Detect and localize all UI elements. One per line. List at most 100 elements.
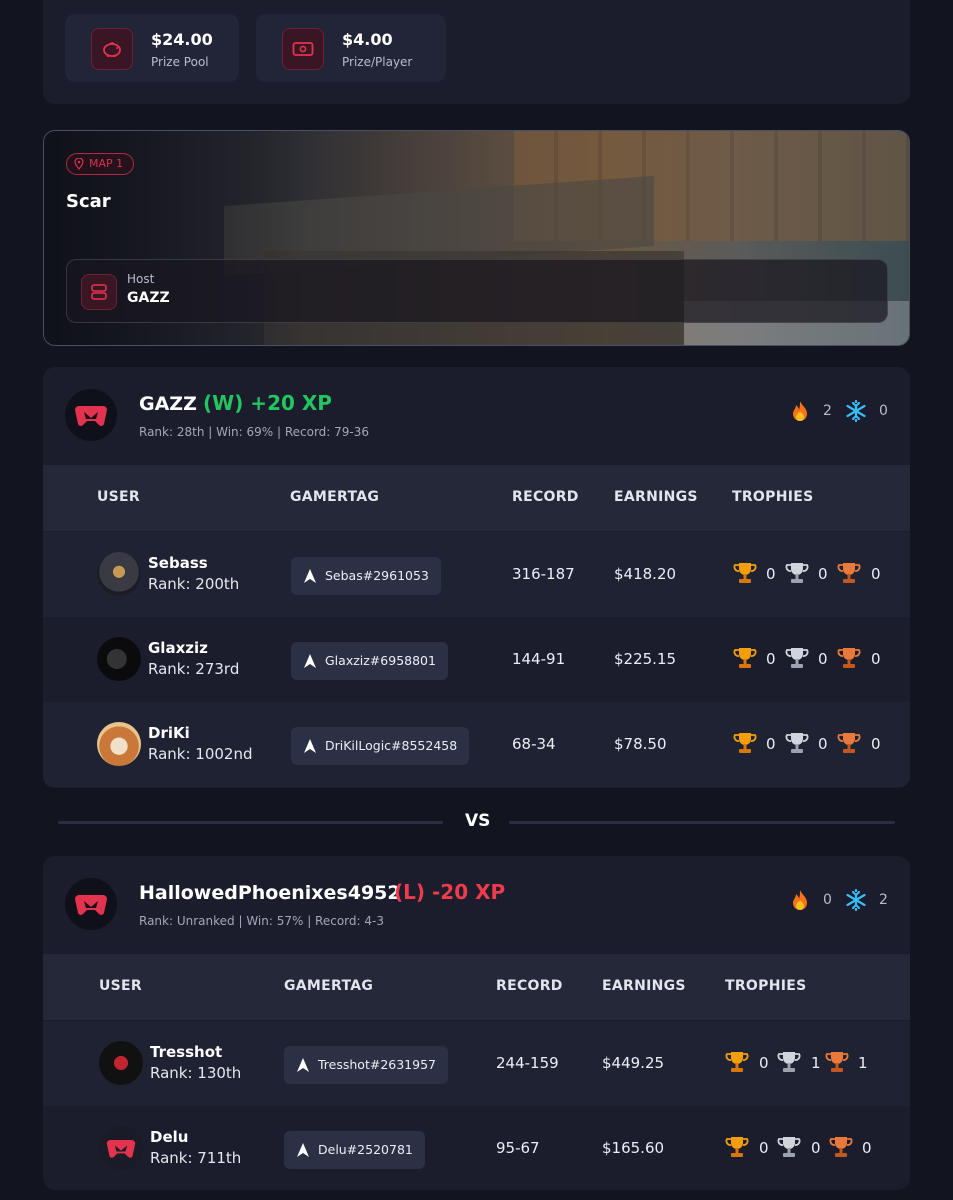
cold-streak-count: 0 bbox=[879, 403, 888, 419]
silver-trophy-count: 0 bbox=[811, 1139, 821, 1157]
player-rank: Rank: 711th bbox=[150, 1149, 242, 1167]
column-header-gamertag: GAMERTAG bbox=[290, 489, 380, 505]
gamertag-text: Delu#2520781 bbox=[318, 1142, 413, 1157]
avatar[interactable] bbox=[99, 1126, 143, 1170]
gamertag-chip[interactable]: DriKilLogic#8552458 bbox=[291, 727, 470, 765]
avatar[interactable] bbox=[99, 1041, 143, 1085]
bronze-trophy-count: 0 bbox=[871, 565, 881, 583]
bronze-trophy-icon bbox=[829, 1137, 853, 1157]
team-stats: Rank: 28th | Win: 69% | Record: 79-36 bbox=[139, 425, 370, 439]
gamertag-chip[interactable]: Sebas#2961053 bbox=[291, 557, 441, 595]
prize-per-player-box: $4.00 Prize/Player bbox=[256, 14, 446, 82]
prize-per-player-label: Prize/Player bbox=[342, 55, 413, 69]
gold-trophy-icon bbox=[733, 563, 757, 583]
gold-trophy-icon bbox=[725, 1052, 749, 1072]
cold-streak-count: 2 bbox=[879, 892, 888, 908]
player-name[interactable]: Delu bbox=[150, 1128, 188, 1146]
team-header: HallowedPhoenixes4952 (L) -20 XP Rank: U… bbox=[43, 856, 910, 952]
table-row[interactable]: Glaxziz Rank: 273rd Glaxziz#6958801 144-… bbox=[43, 617, 910, 702]
avatar[interactable] bbox=[97, 722, 141, 766]
gamertag-text: Tresshot#2631957 bbox=[318, 1057, 436, 1072]
activision-icon bbox=[304, 569, 316, 583]
player-name[interactable]: Glaxziz bbox=[148, 639, 208, 657]
map-name: Scar bbox=[66, 191, 111, 212]
player-record: 316-187 bbox=[512, 565, 575, 583]
fire-icon bbox=[793, 401, 807, 421]
gamertag-chip[interactable]: Glaxziz#6958801 bbox=[291, 642, 448, 680]
fire-icon bbox=[793, 890, 807, 910]
team-name[interactable]: HallowedPhoenixes4952 bbox=[139, 882, 401, 904]
gold-trophy-icon bbox=[733, 733, 757, 753]
gold-trophy-count: 0 bbox=[766, 565, 776, 583]
player-earnings: $449.25 bbox=[602, 1054, 665, 1072]
team-logo[interactable] bbox=[65, 389, 117, 441]
team-logo[interactable] bbox=[65, 878, 117, 930]
vs-divider-right bbox=[509, 821, 895, 824]
column-header-record: RECORD bbox=[496, 978, 563, 994]
server-icon bbox=[81, 274, 117, 310]
silver-trophy-icon bbox=[785, 648, 809, 668]
silver-trophy-count: 0 bbox=[818, 565, 828, 583]
team-stats: Rank: Unranked | Win: 57% | Record: 4-3 bbox=[139, 914, 384, 928]
player-name[interactable]: Tresshot bbox=[150, 1043, 222, 1061]
prize-pool-box: $24.00 Prize Pool bbox=[65, 14, 239, 82]
silver-trophy-icon bbox=[785, 563, 809, 583]
player-rank: Rank: 273rd bbox=[148, 660, 240, 678]
bronze-trophy-count: 0 bbox=[862, 1139, 872, 1157]
team-name[interactable]: GAZZ bbox=[139, 393, 197, 415]
avatar[interactable] bbox=[97, 552, 141, 596]
activision-icon bbox=[297, 1143, 309, 1157]
hot-streak-count: 2 bbox=[823, 403, 832, 419]
player-record: 244-159 bbox=[496, 1054, 559, 1072]
gamertag-text: DriKilLogic#8552458 bbox=[325, 738, 458, 753]
player-name[interactable]: Sebass bbox=[148, 554, 208, 572]
column-header-record: RECORD bbox=[512, 489, 579, 505]
player-earnings: $225.15 bbox=[614, 650, 677, 668]
player-rank: Rank: 130th bbox=[150, 1064, 242, 1082]
gamertag-chip[interactable]: Delu#2520781 bbox=[284, 1131, 425, 1169]
gamertag-chip[interactable]: Tresshot#2631957 bbox=[284, 1046, 448, 1084]
silver-trophy-count: 0 bbox=[818, 735, 828, 753]
bronze-trophy-count: 0 bbox=[871, 650, 881, 668]
gold-trophy-count: 0 bbox=[759, 1054, 769, 1072]
team-header: GAZZ (W) +20 XP Rank: 28th | Win: 69% | … bbox=[43, 367, 910, 463]
activision-icon bbox=[297, 1058, 309, 1072]
column-header-trophies: TROPHIES bbox=[732, 489, 814, 505]
avatar[interactable] bbox=[97, 637, 141, 681]
table-row[interactable]: Delu Rank: 711th Delu#2520781 95-67 $165… bbox=[43, 1106, 910, 1190]
map-number-badge: MAP 1 bbox=[66, 153, 135, 175]
player-earnings: $78.50 bbox=[614, 735, 667, 753]
activision-icon bbox=[304, 739, 316, 753]
snowflake-icon bbox=[846, 399, 866, 423]
prize-card: $24.00 Prize Pool $4.00 Prize/Player bbox=[43, 0, 910, 104]
column-header-earnings: EARNINGS bbox=[614, 489, 698, 505]
snowflake-icon bbox=[846, 888, 866, 912]
silver-trophy-count: 1 bbox=[811, 1054, 821, 1072]
team-card-2: HallowedPhoenixes4952 (L) -20 XP Rank: U… bbox=[43, 856, 910, 1190]
gold-trophy-count: 0 bbox=[766, 735, 776, 753]
map-number-label: MAP 1 bbox=[89, 157, 124, 170]
piggy-bank-icon bbox=[91, 28, 133, 70]
player-earnings: $418.20 bbox=[614, 565, 677, 583]
vs-label: VS bbox=[465, 811, 491, 831]
gold-trophy-count: 0 bbox=[759, 1139, 769, 1157]
bronze-trophy-icon bbox=[837, 733, 861, 753]
host-box: Host GAZZ bbox=[66, 259, 888, 323]
map-card: MAP 1 Scar Host GAZZ bbox=[43, 130, 910, 346]
gamertag-text: Glaxziz#6958801 bbox=[325, 653, 436, 668]
bronze-trophy-count: 1 bbox=[858, 1054, 868, 1072]
silver-trophy-count: 0 bbox=[818, 650, 828, 668]
column-header-gamertag: GAMERTAG bbox=[284, 978, 374, 994]
table-row[interactable]: DriKi Rank: 1002nd DriKilLogic#8552458 6… bbox=[43, 702, 910, 787]
player-rank: Rank: 1002nd bbox=[148, 745, 253, 763]
column-header-trophies: TROPHIES bbox=[725, 978, 807, 994]
player-record: 95-67 bbox=[496, 1139, 540, 1157]
prize-per-player-amount: $4.00 bbox=[342, 30, 393, 49]
table-row[interactable]: Sebass Rank: 200th Sebas#2961053 316-187… bbox=[43, 532, 910, 617]
player-record: 144-91 bbox=[512, 650, 566, 668]
vs-divider-left bbox=[58, 821, 443, 824]
table-row[interactable]: Tresshot Rank: 130th Tresshot#2631957 24… bbox=[43, 1021, 910, 1106]
host-label: Host bbox=[127, 272, 155, 286]
player-name[interactable]: DriKi bbox=[148, 724, 190, 742]
table-header: USER GAMERTAG RECORD EARNINGS TROPHIES bbox=[43, 954, 910, 1020]
